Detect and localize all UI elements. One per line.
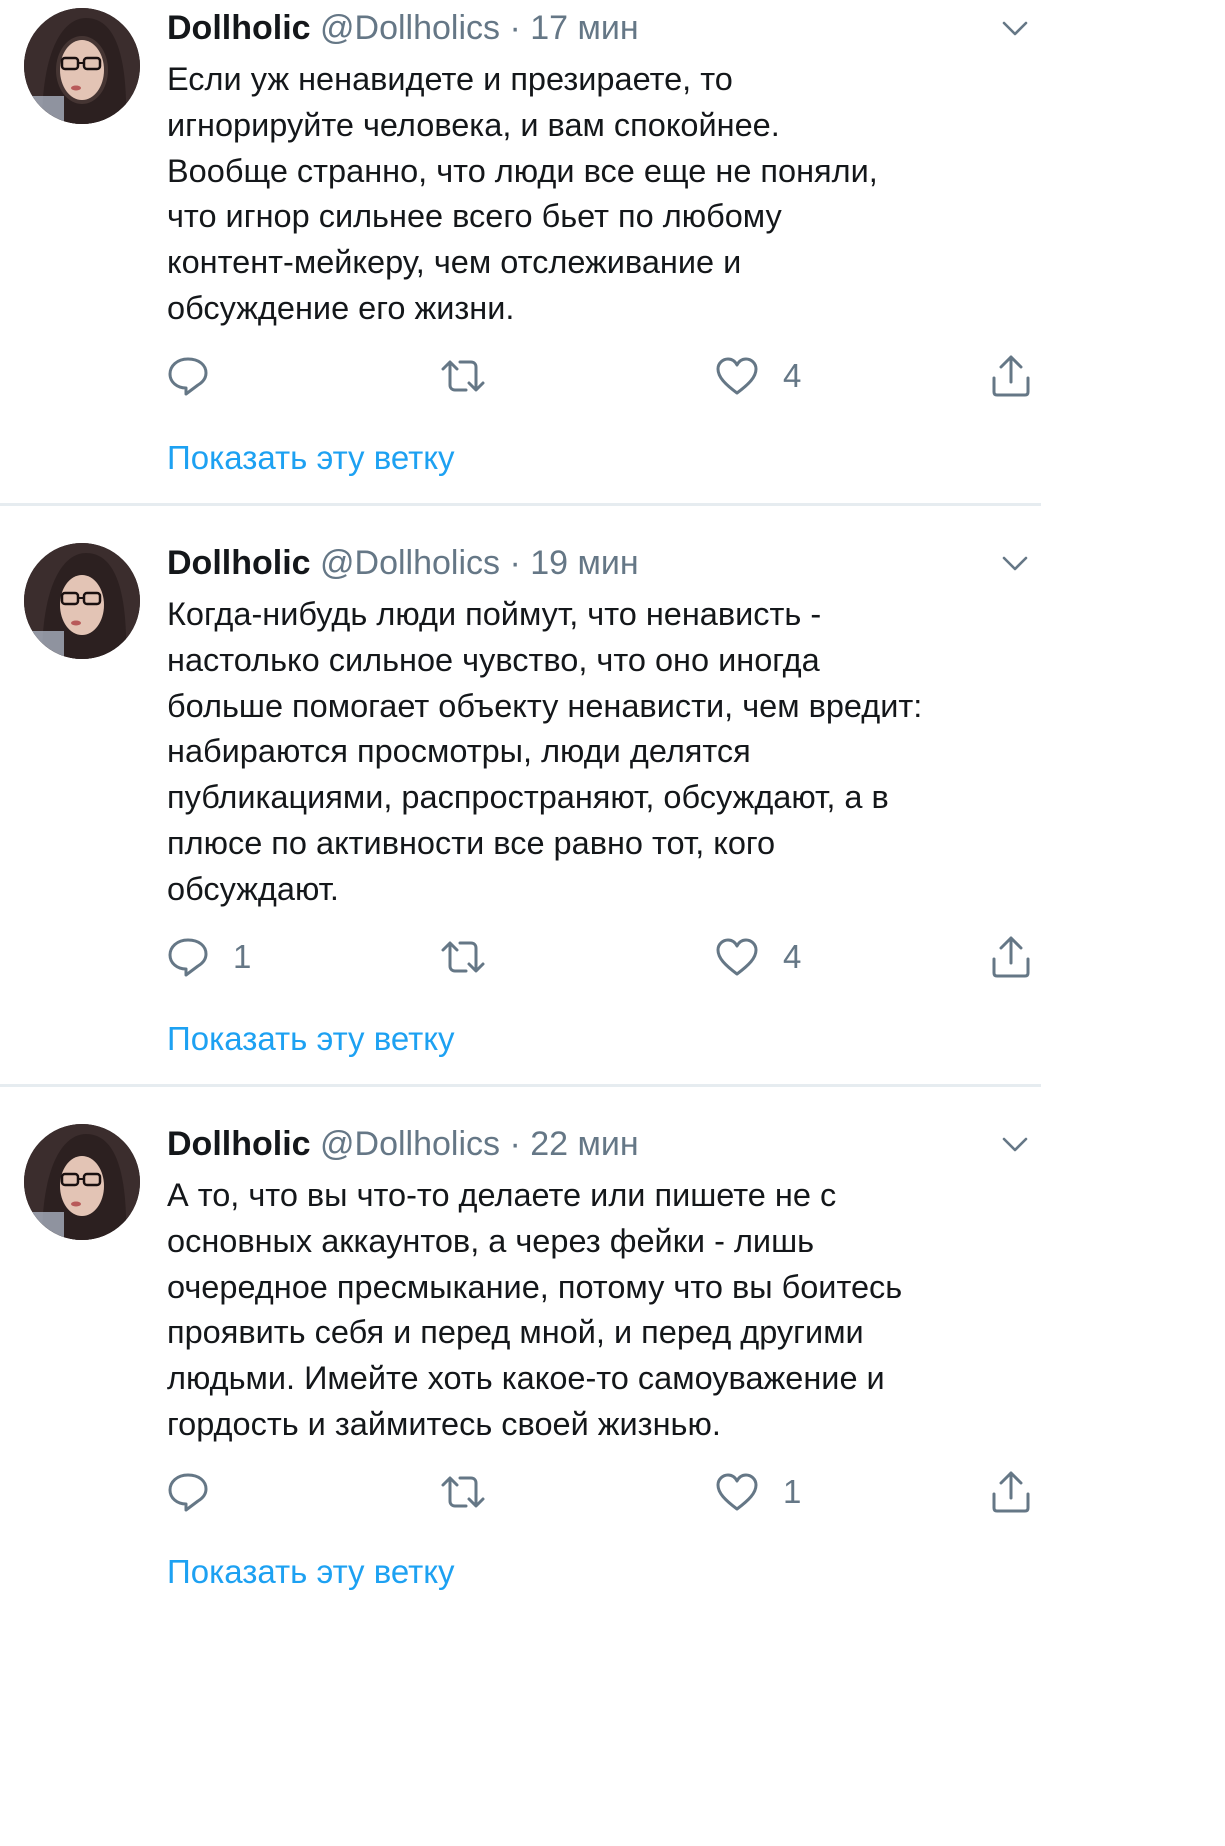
tweet-line: настолько сильное чувство, что оно иногд… [167, 641, 820, 678]
reply-button[interactable]: 1 [167, 935, 251, 979]
heart-icon [716, 1473, 758, 1511]
retweet-icon [441, 1476, 485, 1508]
timestamp[interactable]: 17 мин [530, 9, 638, 47]
tweet-line: больше помогает объекту ненависти, чем в… [167, 687, 923, 724]
tweet[interactable]: Dollholic @Dollholics · 22 мин А то, что… [0, 1116, 1041, 1590]
separator-dot: · [509, 9, 521, 47]
retweet-button[interactable] [440, 935, 486, 979]
like-count: 4 [783, 357, 802, 394]
tweet[interactable]: Dollholic @Dollholics · 17 мин Если уж н… [0, 0, 1041, 504]
show-thread-link[interactable]: Показать эту ветку [167, 436, 455, 480]
avatar-photo [24, 543, 140, 659]
tweet-line: публикациями, распространяют, обсуждают,… [167, 779, 889, 816]
share-icon [992, 936, 1030, 978]
timestamp[interactable]: 22 мин [530, 1125, 638, 1163]
tweet-line: обсуждают. [167, 870, 339, 907]
tweet-header: Dollholic @Dollholics · 19 мин [167, 541, 981, 585]
tweet-line: основных аккаунтов, а через фейки - лишь [167, 1222, 815, 1259]
tweet-line: Если уж ненавидете и презираете, то [167, 61, 733, 97]
show-thread-link[interactable]: Показать эту ветку [167, 1017, 455, 1061]
chevron-down-icon[interactable] [1001, 14, 1029, 42]
tweet-line: очередное пресмыкание, потому что вы бои… [167, 1268, 903, 1305]
share-button[interactable] [990, 354, 1032, 398]
tweet-line: контент-мейкеру, чем отслеживание и [167, 244, 742, 281]
chevron-down-icon[interactable] [1001, 1130, 1029, 1158]
retweet-button[interactable] [440, 1470, 486, 1514]
tweet-divider [0, 503, 1041, 506]
reply-count: 1 [233, 938, 252, 975]
user-handle[interactable]: @Dollholics [320, 1125, 500, 1163]
heart-icon [716, 938, 758, 976]
tweet-line: А то, что вы что-то делаете или пишете н… [167, 1177, 837, 1213]
display-name[interactable]: Dollholic [167, 1125, 311, 1163]
tweet-line: плюсе по активности все равно тот, кого [167, 824, 776, 861]
like-button[interactable]: 4 [715, 354, 801, 398]
reply-icon [168, 938, 208, 977]
reply-button[interactable] [167, 354, 233, 398]
like-count: 4 [783, 938, 802, 975]
reply-button[interactable] [167, 1470, 233, 1514]
tweet-header: Dollholic @Dollholics · 22 мин [167, 1122, 981, 1166]
retweet-button[interactable] [440, 354, 486, 398]
display-name[interactable]: Dollholic [167, 544, 311, 582]
avatar[interactable] [24, 1124, 140, 1240]
tweet-line: обсуждение его жизни. [167, 289, 515, 326]
tweet[interactable]: Dollholic @Dollholics · 19 мин Когда-ниб… [0, 535, 1041, 1085]
share-button[interactable] [990, 1470, 1032, 1514]
like-count: 1 [783, 1473, 802, 1510]
separator-dot: · [509, 1125, 521, 1163]
user-handle[interactable]: @Dollholics [320, 544, 500, 582]
separator-dot: · [509, 544, 521, 582]
tweet-line: гордость и займитесь своей жизнью. [167, 1405, 721, 1442]
tweet-line: набираются просмотры, люди делятся [167, 733, 751, 770]
reply-icon [168, 357, 208, 396]
like-button[interactable]: 1 [715, 1470, 801, 1514]
share-button[interactable] [990, 935, 1032, 979]
user-handle[interactable]: @Dollholics [320, 9, 500, 47]
tweet-line: Вообще странно, что люди все еще не поня… [167, 152, 878, 189]
heart-icon [716, 357, 758, 395]
share-icon [992, 355, 1030, 397]
avatar[interactable] [24, 543, 140, 659]
tweet-line: людьми. Имейте хоть какое-то самоуважени… [167, 1360, 885, 1397]
show-thread-link[interactable]: Показать эту ветку [167, 1550, 455, 1594]
tweet-line: что игнор сильнее всего бьет по любому [167, 198, 782, 235]
like-button[interactable]: 4 [715, 935, 801, 979]
chevron-down-icon[interactable] [1001, 549, 1029, 577]
tweet-header: Dollholic @Dollholics · 17 мин [167, 6, 981, 50]
tweet-line: проявить себя и перед мной, и перед друг… [167, 1314, 864, 1351]
avatar[interactable] [24, 8, 140, 124]
tweet-line: Когда-нибудь люди поймут, что ненависть … [167, 596, 822, 632]
timestamp[interactable]: 19 мин [530, 544, 638, 582]
tweet-divider [0, 1084, 1041, 1087]
tweet-line: игнорируйте человека, и вам спокойнее. [167, 106, 780, 143]
retweet-icon [441, 941, 485, 973]
tweet-text: Если уж ненавидете и презираете, то игно… [167, 57, 1037, 332]
reply-icon [168, 1473, 208, 1512]
retweet-icon [441, 360, 485, 392]
share-icon [992, 1471, 1030, 1513]
avatar-photo [24, 8, 140, 124]
tweet-text: Когда-нибудь люди поймут, что ненависть … [167, 592, 1037, 913]
avatar-photo [24, 1124, 140, 1240]
tweet-text: А то, что вы что-то делаете или пишете н… [167, 1173, 1037, 1448]
display-name[interactable]: Dollholic [167, 9, 311, 47]
